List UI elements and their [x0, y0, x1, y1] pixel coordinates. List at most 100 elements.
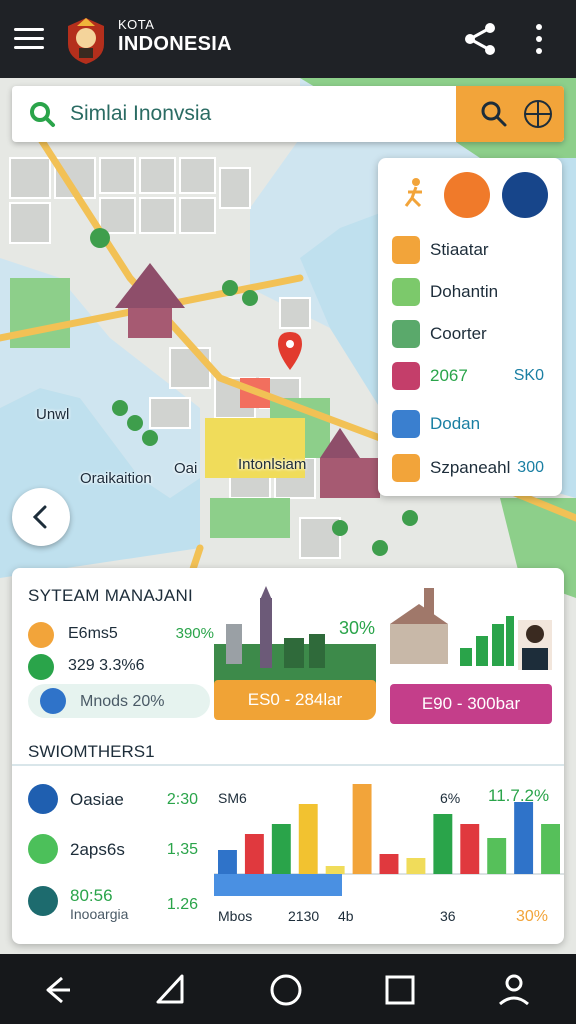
home-circle-icon[interactable]: [266, 970, 306, 1010]
legend-label: Coorter: [430, 324, 487, 343]
app-title-line1: KOTA: [118, 17, 155, 32]
triangle-back-icon[interactable]: [152, 970, 192, 1010]
list-label: 2aps6s: [70, 840, 125, 859]
app-title-line2: INDONESIA: [118, 33, 232, 55]
more-options-icon[interactable]: [530, 22, 548, 56]
bar-chart: SM6 6% 11.7.2% 39 Mbos 2130 4b 36 30%: [214, 768, 564, 944]
dashboard-title: SYTEAM MANAJANI: [28, 586, 194, 605]
chart-bar[interactable]: [298, 804, 318, 874]
back-button[interactable]: [12, 488, 70, 546]
system-navigation-bar: [0, 954, 576, 1024]
menu-icon[interactable]: [12, 24, 46, 52]
legend-label: 2067: [430, 366, 468, 385]
card-percentage: 30%: [339, 618, 376, 638]
chart-bar[interactable]: [487, 838, 507, 874]
chart-tick-label: SM6: [218, 790, 247, 806]
top-app-bar: KOTA INDONESIA: [0, 0, 576, 78]
user-edit-icon[interactable]: [494, 970, 534, 1010]
transit-mode-icon[interactable]: [502, 172, 548, 218]
chart-tick-label: 36: [440, 908, 456, 924]
legend-row-2067[interactable]: 2067 SK0: [392, 360, 554, 392]
stat-row[interactable]: 329 3.3%6: [28, 652, 214, 680]
section-subtitle: SWIOMTHERS1: [28, 742, 155, 761]
chart-tick-label: 4b: [338, 908, 354, 924]
modes-pill[interactable]: Mnods 20%: [28, 684, 210, 718]
chart-bar[interactable]: [514, 802, 534, 874]
chart-tick-label: Mbos: [218, 908, 253, 924]
calendar-icon: [392, 362, 420, 390]
people-icon: [392, 410, 420, 438]
legend-row-dodan[interactable]: Dodan: [392, 408, 554, 440]
search-actions: [456, 86, 564, 142]
dashboard-panel: SYTEAM MANAJANI E6ms5 390% 329 3.3%6 Mno…: [12, 568, 564, 944]
document-icon: [28, 886, 58, 916]
list-value: 1.26: [166, 896, 198, 913]
legend-label: Szpaneahl: [430, 458, 511, 477]
legend-label: Stiaatar: [430, 240, 489, 259]
monument-card[interactable]: 30% ES0 - 284lar: [214, 584, 376, 724]
ride-mode-icon[interactable]: [444, 172, 490, 218]
stat-label: Mnods 20%: [80, 693, 165, 710]
app-title: KOTA INDONESIA: [118, 17, 232, 56]
city-emblem-logo: [68, 18, 104, 64]
section-divider: [12, 764, 564, 766]
stat-label: 329 3.3%6: [68, 657, 145, 674]
map-label-oai: Oai: [174, 460, 198, 477]
chart-bar[interactable]: [433, 814, 453, 874]
recents-square-icon[interactable]: [380, 970, 420, 1010]
check-circle-icon: [28, 834, 58, 864]
chart-bar[interactable]: [460, 824, 480, 874]
legend-row-stiaatar[interactable]: Stiaatar: [392, 234, 554, 266]
chart-bar[interactable]: [541, 824, 560, 874]
list-item[interactable]: 80:56 Inooargia 1.26: [28, 886, 198, 930]
card-badge[interactable]: E90 - 300bar: [390, 684, 552, 724]
stat-value: 390%: [175, 625, 214, 642]
chart-bar[interactable]: [325, 866, 345, 874]
stat-row[interactable]: E6ms5 390%: [28, 620, 214, 648]
share-icon[interactable]: [462, 22, 498, 56]
list-item[interactable]: 2aps6s 1,35: [28, 834, 198, 868]
chevron-left-icon: [32, 505, 47, 529]
search-input[interactable]: [70, 86, 462, 142]
chart-bar[interactable]: [379, 854, 399, 874]
card-badge[interactable]: ES0 - 284lar: [214, 680, 376, 720]
list-value: 2:30: [166, 791, 198, 808]
search-icon: [30, 102, 55, 127]
chart-tick-label: 30%: [516, 908, 549, 925]
legend-row-coorter[interactable]: Coorter: [392, 318, 554, 350]
map-label-intonlsiam: Intonlsiam: [238, 456, 307, 473]
walking-icon[interactable]: [392, 172, 438, 218]
legend-value: SK0: [513, 367, 544, 384]
legend-row-dohantin[interactable]: Dohantin: [392, 276, 554, 308]
chart-tick-label: 11.7.2%: [488, 786, 550, 805]
legend-row-szpaneahl[interactable]: Szpaneahl 300: [392, 452, 554, 484]
chart-tick-label: 2130: [288, 908, 320, 924]
list-label: 80:56: [70, 886, 113, 905]
chart-tick-label: 6%: [440, 790, 461, 806]
list-item[interactable]: Oasiae 2:30: [28, 784, 198, 818]
chart-range-band: [214, 874, 342, 896]
map-legend-panel: Stiaatar Dohantin Coorter 2067 SK0 Dodan…: [378, 158, 562, 496]
map-label-unwl: Unwl: [36, 406, 70, 423]
list-label: Oasiae: [70, 790, 124, 809]
building-illustration: [390, 588, 552, 670]
diamond-icon: [40, 688, 66, 714]
check-circle-icon: [28, 622, 54, 648]
back-nav-icon[interactable]: [40, 970, 80, 1010]
chart-bar[interactable]: [406, 858, 426, 874]
search-submit-icon[interactable]: [478, 98, 510, 130]
building-card[interactable]: E90 - 300bar: [388, 584, 556, 724]
check-circle-icon: [28, 654, 54, 680]
chart-bar[interactable]: [352, 784, 372, 874]
chart-bar[interactable]: [271, 824, 291, 874]
list-value: 1,35: [166, 841, 198, 858]
chart-bar[interactable]: [244, 834, 264, 874]
legend-label: Dodan: [430, 414, 481, 433]
filter-icon: [392, 454, 420, 482]
legend-label: Dohantin: [430, 282, 499, 301]
bar-chart-icon: [392, 236, 420, 264]
box-icon: [392, 278, 420, 306]
chart-bar[interactable]: [218, 850, 237, 874]
compass-icon[interactable]: [522, 98, 554, 130]
stat-label: E6ms5: [68, 625, 118, 642]
